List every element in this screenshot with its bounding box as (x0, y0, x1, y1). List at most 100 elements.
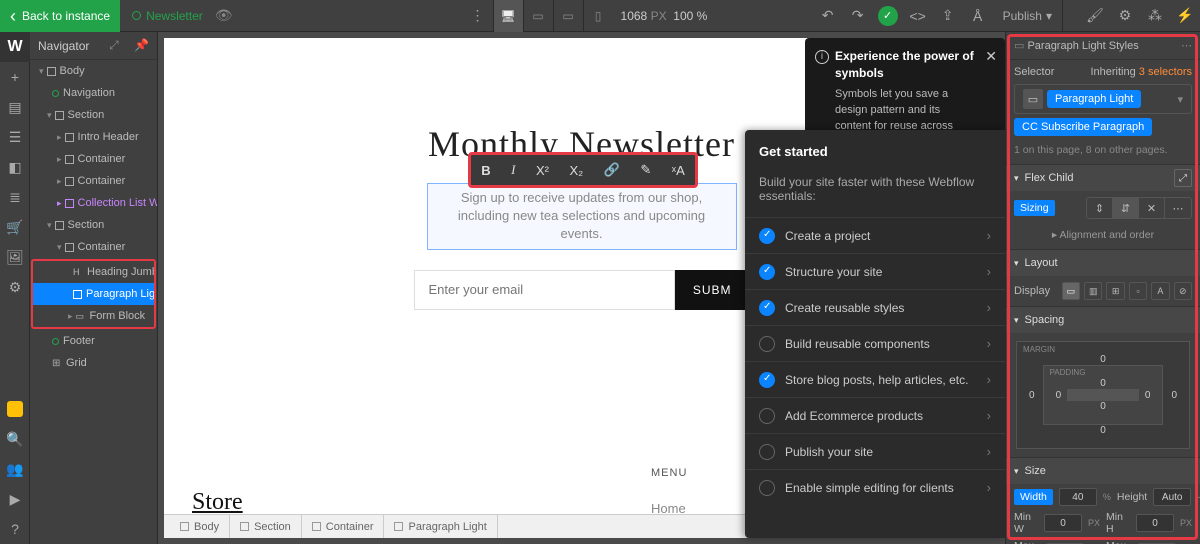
submit-button[interactable]: SUBM (675, 270, 750, 310)
code-icon[interactable]: <> (903, 0, 933, 32)
rte-superscript-button[interactable]: X² (536, 163, 549, 178)
settings-tab-icon[interactable]: ⚙ (0, 272, 30, 302)
gs-item-1[interactable]: Structure your site› (745, 253, 1005, 289)
width-input[interactable] (1059, 488, 1097, 506)
tree-form-block[interactable]: ▸▭Form Block (33, 305, 154, 327)
settings-icon[interactable]: ⚙ (1110, 0, 1140, 32)
undo-icon[interactable]: ↶ (813, 0, 843, 32)
export-icon[interactable]: ⇪ (933, 0, 963, 32)
gs-item-2[interactable]: Create reusable styles› (745, 289, 1005, 325)
preview-icon[interactable]: 👁 (215, 7, 233, 24)
navigator-tab-icon[interactable]: ☰ (0, 122, 30, 152)
display-none-button[interactable]: ⊘ (1174, 282, 1192, 300)
display-grid-button[interactable]: ⊞ (1106, 282, 1124, 300)
spacing-box[interactable]: MARGIN 0 0 PADDING 0 00 0 0 0 (1016, 341, 1190, 449)
tree-container-3[interactable]: ▾Container (30, 236, 157, 258)
display-inline-block-button[interactable]: ▫ (1129, 282, 1147, 300)
rte-brush-button[interactable]: ✎ (640, 162, 651, 178)
breadcrumb-section[interactable]: Section (230, 515, 302, 539)
gs-item-5[interactable]: Add Ecommerce products› (745, 397, 1005, 433)
rte-bold-button[interactable]: B (481, 163, 490, 178)
redo-icon[interactable]: ↷ (843, 0, 873, 32)
publish-button[interactable]: Publish ▾ (993, 9, 1062, 23)
gs-item-6[interactable]: Publish your site› (745, 433, 1005, 469)
class-tag-paragraph-light[interactable]: Paragraph Light (1047, 90, 1141, 108)
flex-child-reset-icon[interactable]: ⤢ (1174, 169, 1192, 187)
tree-container-1[interactable]: ▸Container (30, 148, 157, 170)
navigator-pin-icon[interactable]: 📌 (134, 38, 149, 53)
tree-container-2[interactable]: ▸Container (30, 170, 157, 192)
alignment-order-link[interactable]: ▸ Alignment and order (1006, 225, 1200, 249)
warning-badge[interactable] (7, 401, 23, 417)
support-icon[interactable]: ? (0, 514, 30, 544)
rte-subscript-button[interactable]: X₂ (569, 163, 583, 178)
tree-section-2[interactable]: ▾Section (30, 214, 157, 236)
tree-footer[interactable]: Footer (30, 330, 157, 352)
device-desktop-button[interactable]: 🖥 (493, 0, 523, 32)
tree-body[interactable]: ▾Body (30, 60, 157, 82)
help-icon[interactable]: 👥 (0, 454, 30, 484)
minw-input[interactable] (1044, 514, 1082, 532)
audit-icon[interactable]: Å (963, 0, 993, 32)
pages-icon[interactable]: ▤ (0, 92, 30, 122)
sizing-shrink-button[interactable]: ⇕ (1087, 198, 1113, 218)
section-size[interactable]: Size (1006, 458, 1200, 484)
minh-input[interactable] (1136, 514, 1174, 532)
breadcrumb-container[interactable]: Container (302, 515, 385, 539)
brush-icon[interactable]: 🖌 (1080, 0, 1110, 32)
assets-icon[interactable]: 🖼 (0, 242, 30, 272)
tree-paragraph-light[interactable]: Paragraph Light (33, 283, 154, 305)
gs-item-4[interactable]: Store blog posts, help articles, etc.› (745, 361, 1005, 397)
class-tag-subscribe[interactable]: CC Subscribe Paragraph (1014, 118, 1152, 136)
breadcrumb-paragraph-light[interactable]: Paragraph Light (384, 515, 497, 539)
effects-icon[interactable]: ⚡ (1170, 0, 1200, 32)
gs-item-7[interactable]: Enable simple editing for clients› (745, 469, 1005, 505)
height-input[interactable] (1153, 488, 1191, 506)
tree-intro-header[interactable]: ▸Intro Header (30, 126, 157, 148)
paragraph-light-element[interactable]: Sign up to receive updates from our shop… (427, 183, 737, 250)
tooltip-close-icon[interactable]: ✕ (985, 46, 997, 66)
back-to-instance-button[interactable]: Back to instance (0, 0, 120, 32)
search-icon[interactable]: 🔍 (0, 424, 30, 454)
device-tablet-button[interactable]: ▭ (523, 0, 553, 32)
webflow-logo[interactable]: W (0, 32, 30, 62)
store-logo[interactable]: Store (192, 489, 243, 515)
add-element-icon[interactable]: + (0, 62, 30, 92)
tree-grid[interactable]: ⊞Grid (30, 352, 157, 374)
selector-type-icon[interactable]: ▭ (1023, 89, 1043, 109)
video-icon[interactable]: ▶ (0, 484, 30, 514)
menu-dots-icon[interactable]: ⋮ (463, 0, 493, 32)
email-input[interactable] (414, 270, 675, 310)
display-flex-button[interactable]: ▥ (1084, 282, 1102, 300)
breadcrumb-body[interactable]: Body (170, 515, 230, 539)
device-mobile-landscape-button[interactable]: ▭ (553, 0, 583, 32)
sizing-more-button[interactable]: ⋯ (1165, 198, 1191, 218)
inheriting-count[interactable]: 3 selectors (1139, 66, 1192, 78)
cms-icon[interactable]: ≣ (0, 182, 30, 212)
sizing-grow-button[interactable]: ⇵ (1113, 198, 1139, 218)
components-icon[interactable]: ◧ (0, 152, 30, 182)
gs-item-3[interactable]: Build reusable components› (745, 325, 1005, 361)
styles-more-icon[interactable]: ⋯ (1181, 39, 1192, 52)
tree-navigation[interactable]: Navigation (30, 82, 157, 104)
section-layout[interactable]: Layout (1006, 250, 1200, 276)
selector-input[interactable]: ▭ Paragraph Light ▾ (1014, 84, 1192, 114)
interactions-icon[interactable]: ⁂ (1140, 0, 1170, 32)
navigator-collapse-icon[interactable]: ⤢ (109, 38, 119, 53)
sizing-none-button[interactable]: ✕ (1139, 198, 1165, 218)
ecommerce-icon[interactable]: 🛒 (0, 212, 30, 242)
gs-item-0[interactable]: Create a project› (745, 217, 1005, 253)
device-mobile-button[interactable]: ▯ (583, 0, 613, 32)
display-inline-button[interactable]: A (1151, 282, 1169, 300)
rte-link-button[interactable]: 🔗 (604, 162, 620, 178)
tree-collection-list[interactable]: ▸Collection List Wrapper (30, 192, 157, 214)
display-block-button[interactable]: ▭ (1062, 282, 1080, 300)
section-flex-child[interactable]: Flex Child⤢ (1006, 165, 1200, 191)
section-spacing[interactable]: Spacing (1006, 307, 1200, 333)
tree-heading-jumbo[interactable]: HHeading Jumbo Sma (33, 261, 154, 283)
tree-section-1[interactable]: ▾Section (30, 104, 157, 126)
page-name-link[interactable]: Newsletter (132, 9, 203, 23)
rte-italic-button[interactable]: I (511, 162, 515, 178)
status-ok-icon[interactable] (878, 6, 898, 26)
rte-clear-button[interactable]: ˣA (672, 163, 685, 178)
